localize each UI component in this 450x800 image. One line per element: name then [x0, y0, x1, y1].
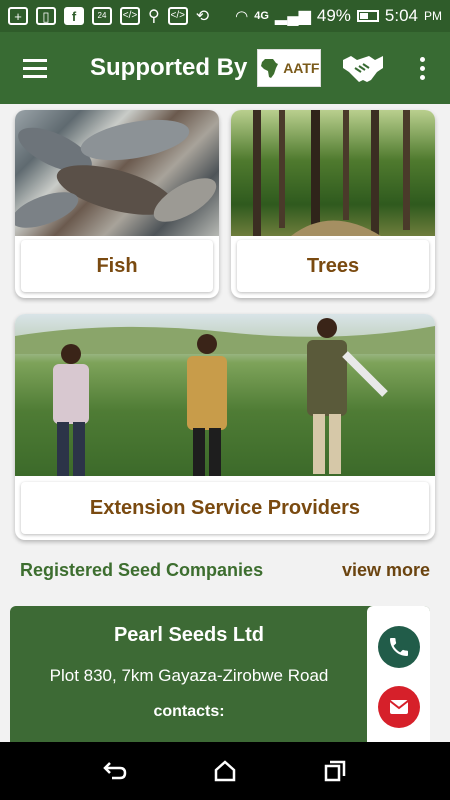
email-button[interactable]: [378, 686, 420, 728]
battery-percent: 49%: [316, 6, 351, 25]
home-button[interactable]: [200, 751, 250, 791]
app-title: Supported By: [90, 54, 248, 81]
code-icon: </>: [120, 7, 140, 25]
extension-image: [15, 314, 435, 476]
extension-label-box: Extension Service Providers: [21, 482, 429, 534]
clock-ampm: PM: [424, 9, 442, 23]
trees-label: Trees: [306, 254, 360, 277]
fish-label: Fish: [96, 254, 138, 277]
aatf-logo: AATF: [257, 49, 322, 87]
trees-image: [231, 110, 435, 236]
extension-label: Extension Service Providers: [89, 496, 361, 519]
add-notification-icon: +: [8, 7, 28, 25]
logo-text: AATF: [283, 60, 320, 76]
card-trees[interactable]: Trees: [231, 110, 435, 298]
company-address: Plot 830, 7km Gayaza-Zirobwe Road: [49, 666, 329, 685]
screen-icon: ▯: [36, 7, 56, 25]
sync-icon: ⟲: [195, 8, 210, 25]
email-icon: [389, 700, 409, 714]
company-contacts-label: contacts:: [153, 703, 225, 720]
news-icon: 24: [92, 7, 112, 25]
fish-image: [15, 110, 219, 236]
app-bar: Supported By AATF: [0, 32, 450, 104]
phone-icon: [390, 638, 408, 656]
contact-actions-panel: [367, 606, 430, 742]
section-header: Registered Seed Companies view more: [20, 560, 430, 581]
signal-icon: ▂▄▆: [274, 8, 311, 25]
back-button[interactable]: [90, 751, 140, 791]
call-button[interactable]: [378, 626, 420, 668]
network-type: 4G: [254, 10, 269, 22]
card-extension-service-providers[interactable]: Extension Service Providers: [15, 314, 435, 540]
recents-icon: [324, 760, 346, 782]
menu-button[interactable]: [0, 32, 70, 104]
view-more-link[interactable]: view more: [342, 560, 430, 581]
back-icon: [103, 762, 127, 780]
overflow-menu-icon[interactable]: [408, 50, 436, 86]
hamburger-icon: [23, 56, 47, 80]
code-icon-2: </>: [167, 7, 188, 25]
system-nav-bar: [0, 742, 450, 800]
section-title: Registered Seed Companies: [20, 560, 264, 580]
battery-icon: [356, 10, 379, 22]
handshake-icon[interactable]: [340, 46, 386, 90]
card-fish[interactable]: Fish: [15, 110, 219, 298]
home-icon: [214, 760, 236, 782]
status-bar: + ▯ f 24 </> ⚲ </> ⟲ ◠ 4G ▂▄▆ 49% 5:04 P…: [0, 0, 450, 32]
recents-button[interactable]: [310, 751, 360, 791]
company-name: Pearl Seeds Ltd: [113, 624, 265, 646]
facebook-icon: f: [64, 7, 84, 25]
usb-icon: ⚲: [148, 8, 160, 25]
fish-label-box: Fish: [21, 240, 213, 292]
clock-time: 5:04: [384, 6, 418, 25]
wifi-icon: ◠: [235, 8, 249, 25]
africa-map-icon: [261, 59, 279, 78]
trees-label-box: Trees: [237, 240, 429, 292]
